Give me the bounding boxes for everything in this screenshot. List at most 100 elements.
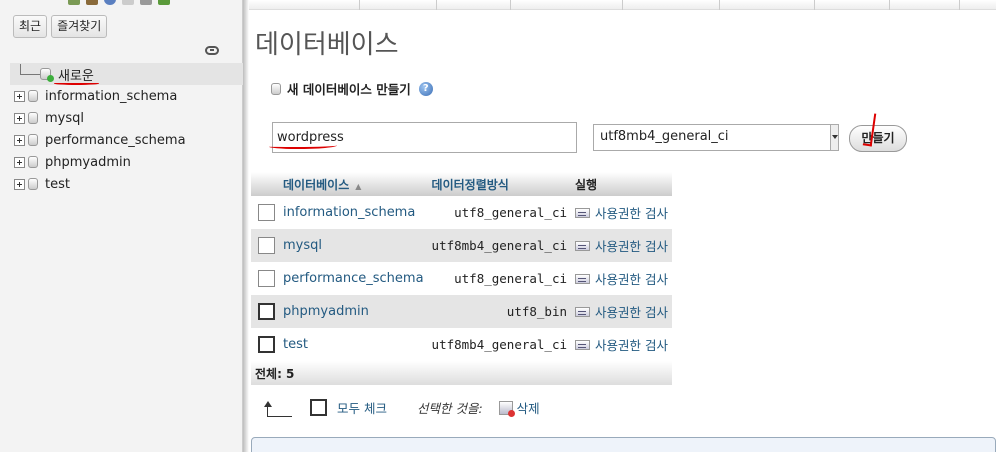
privileges-icon <box>575 240 591 251</box>
tree-item-performance-schema[interactable]: performance_schema <box>10 129 243 151</box>
database-name-link[interactable]: test <box>279 328 428 361</box>
logout-icon[interactable] <box>86 0 98 5</box>
action-cell: 사용권한 검사 <box>571 295 672 328</box>
drop-button[interactable]: 삭제 <box>498 398 540 417</box>
table-row: mysql utf8mb4_general_ci 사용권한 검사 <box>251 229 672 262</box>
sql-docs-icon[interactable] <box>122 0 134 5</box>
expand-icon[interactable] <box>14 90 25 102</box>
check-privileges-link[interactable]: 사용권한 검사 <box>575 203 668 222</box>
create-database-heading-text: 새 데이터베이스 만들기 <box>287 82 411 97</box>
total-count: 전체: 5 <box>251 361 672 385</box>
check-privileges-link[interactable]: 사용권한 검사 <box>575 236 668 255</box>
action-cell: 사용권한 검사 <box>571 196 672 229</box>
check-privileges-link[interactable]: 사용권한 검사 <box>575 302 668 321</box>
collation-cell: utf8mb4_general_ci <box>427 229 572 262</box>
check-privileges-label[interactable]: 사용권한 검사 <box>595 335 668 354</box>
database-tree: 새로운 information_schema mysql performance… <box>10 63 243 195</box>
drop-label[interactable]: 삭제 <box>517 398 540 417</box>
gear-icon[interactable] <box>140 0 152 5</box>
row-checkbox-cell <box>251 295 279 328</box>
create-database-heading: 새 데이터베이스 만들기 ? <box>271 79 433 98</box>
tab-separator <box>719 0 720 10</box>
expand-icon[interactable] <box>14 156 25 168</box>
action-cell: 사용권한 검사 <box>571 262 672 295</box>
row-checkbox[interactable] <box>258 270 275 287</box>
tree-item-mysql[interactable]: mysql <box>10 107 243 129</box>
table-row: phpmyadmin utf8_bin 사용권한 검사 <box>251 295 672 328</box>
tree-item-new-label[interactable]: 새로운 <box>58 65 94 84</box>
database-name-link[interactable]: information_schema <box>279 196 428 229</box>
with-selected-label: 선택한 것을: <box>416 401 483 416</box>
home-icon[interactable] <box>68 0 80 5</box>
check-all-link[interactable]: 모두 체크 <box>337 398 387 417</box>
tree-item-test[interactable]: test <box>10 173 243 195</box>
tree-item-label[interactable]: phpmyadmin <box>45 155 131 170</box>
tree-item-information-schema[interactable]: information_schema <box>10 85 243 107</box>
tab-separator <box>814 0 815 10</box>
row-checkbox[interactable] <box>258 237 275 254</box>
header-database[interactable]: 데이터베이스 ▲ <box>279 172 428 196</box>
database-name-link[interactable]: performance_schema <box>279 262 428 295</box>
header-action: 실행 <box>571 172 672 196</box>
row-checkbox-cell <box>251 328 279 361</box>
tree-item-label[interactable]: test <box>45 177 70 192</box>
link-with-main-panel-icon[interactable] <box>205 46 219 55</box>
reload-icon[interactable] <box>158 0 170 5</box>
help-icon[interactable]: ? <box>418 81 433 96</box>
chevron-down-icon[interactable] <box>830 125 838 150</box>
tree-item-new[interactable]: 새로운 <box>10 63 243 85</box>
action-cell: 사용권한 검사 <box>571 328 672 361</box>
database-name-link[interactable]: mysql <box>279 229 428 262</box>
expand-icon[interactable] <box>14 112 25 124</box>
row-checkbox-cell <box>251 196 279 229</box>
tab-separator <box>359 0 360 10</box>
tree-connector <box>20 63 40 75</box>
row-checkbox-cell <box>251 262 279 295</box>
tab-separator <box>510 0 511 10</box>
collation-select[interactable]: utf8mb4_general_ci <box>593 124 839 151</box>
check-privileges-label[interactable]: 사용권한 검사 <box>595 203 668 222</box>
tree-item-label[interactable]: performance_schema <box>45 133 186 148</box>
database-name-link[interactable]: phpmyadmin <box>279 295 428 328</box>
bulk-actions: 모두 체크 선택한 것을: 삭제 <box>263 398 540 417</box>
database-icon <box>28 156 38 168</box>
check-privileges-label[interactable]: 사용권한 검사 <box>595 236 668 255</box>
new-database-icon <box>40 68 54 82</box>
database-add-icon <box>271 82 281 95</box>
row-checkbox[interactable] <box>258 303 275 320</box>
bottom-notice-panel <box>251 437 996 452</box>
tab-separator <box>889 0 890 10</box>
create-database-button[interactable]: 만들기 <box>849 125 907 152</box>
row-checkbox[interactable] <box>258 204 275 221</box>
privileges-icon <box>575 207 591 218</box>
database-icon <box>28 134 38 146</box>
top-tab-bar <box>249 0 996 10</box>
main-panel: 데이터베이스 새 데이터베이스 만들기 ? utf8mb4_general_ci… <box>249 0 996 452</box>
check-privileges-label[interactable]: 사용권한 검사 <box>595 269 668 288</box>
header-database-label[interactable]: 데이터베이스 <box>283 178 349 192</box>
navigation-panel: 최근 즐겨찾기 새로운 information_schema mysql per… <box>0 0 243 452</box>
check-all-checkbox[interactable] <box>310 399 327 416</box>
tree-item-phpmyadmin[interactable]: phpmyadmin <box>10 151 243 173</box>
row-checkbox[interactable] <box>258 336 275 353</box>
expand-icon[interactable] <box>14 134 25 146</box>
database-icon <box>28 112 38 124</box>
expand-icon[interactable] <box>14 178 25 190</box>
table-row: performance_schema utf8_general_ci 사용권한 … <box>251 262 672 295</box>
collation-cell: utf8_general_ci <box>454 271 568 286</box>
tree-item-label[interactable]: information_schema <box>45 89 177 104</box>
arrow-up-left-icon <box>263 399 292 417</box>
database-icon <box>28 90 38 102</box>
favorites-button[interactable]: 즐겨찾기 <box>51 15 108 38</box>
privileges-icon <box>575 273 591 284</box>
collation-cell: utf8_bin <box>427 295 572 328</box>
check-privileges-link[interactable]: 사용권한 검사 <box>575 269 668 288</box>
tree-item-label[interactable]: mysql <box>45 111 84 126</box>
check-privileges-label[interactable]: 사용권한 검사 <box>595 302 668 321</box>
check-privileges-link[interactable]: 사용권한 검사 <box>575 335 668 354</box>
page-title: 데이터베이스 <box>255 30 399 60</box>
header-collation[interactable]: 데이터정렬방식 <box>427 172 572 196</box>
docs-icon[interactable] <box>104 0 116 5</box>
recent-button[interactable]: 최근 <box>13 15 48 38</box>
database-icon <box>28 178 38 190</box>
